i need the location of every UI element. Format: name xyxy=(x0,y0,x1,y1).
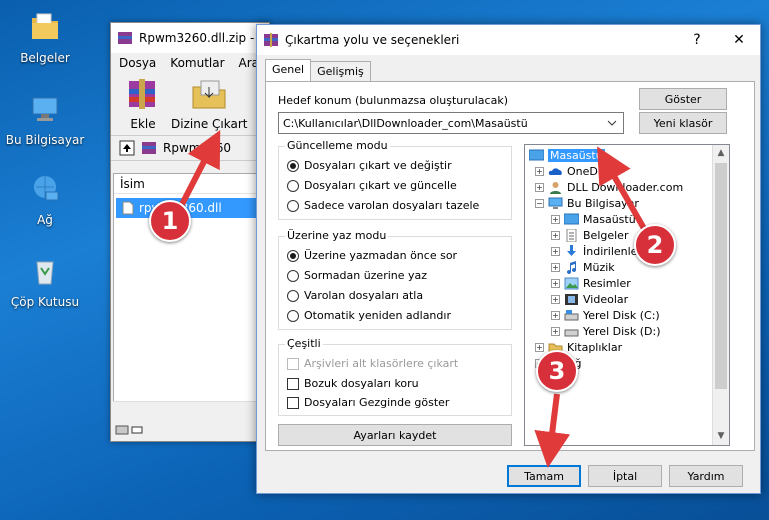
arrow-1 xyxy=(175,129,221,214)
callout-step-3: 3 xyxy=(536,350,578,392)
callout-step-2: 2 xyxy=(634,224,676,266)
arrow-2 xyxy=(597,146,649,234)
callout-step-1: 1 xyxy=(149,200,191,242)
arrow-3 xyxy=(534,393,571,468)
